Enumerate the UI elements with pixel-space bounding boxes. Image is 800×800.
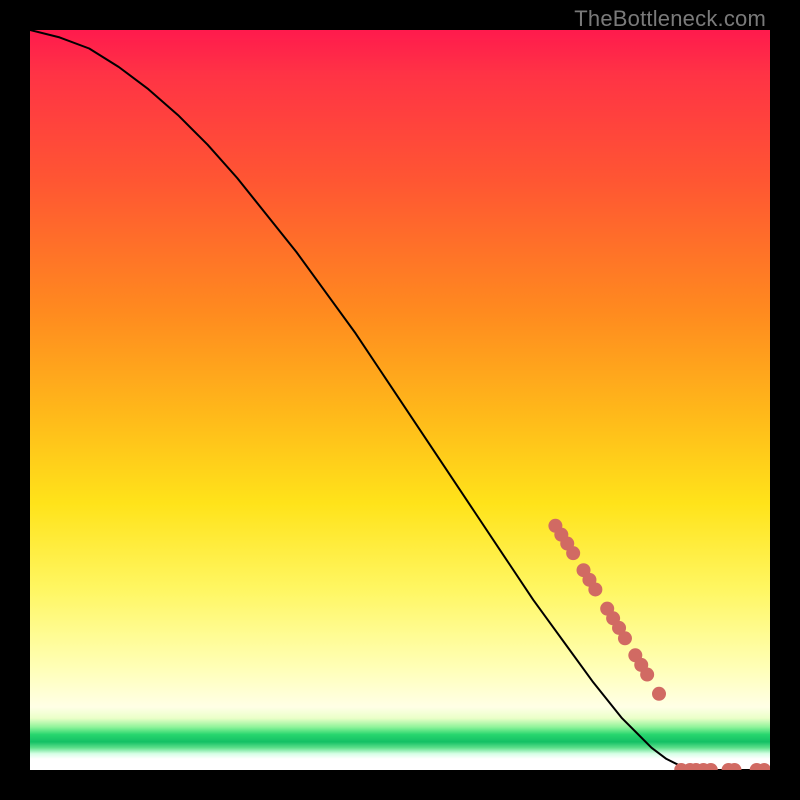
segment-dots [548, 519, 770, 770]
marker-dot [652, 687, 666, 701]
marker-dot [566, 546, 580, 560]
chart-svg [30, 30, 770, 770]
marker-dot [640, 668, 654, 682]
watermark-text: TheBottleneck.com [574, 6, 766, 32]
marker-dot [588, 582, 602, 596]
chart-stage: TheBottleneck.com [0, 0, 800, 800]
bottleneck-curve [30, 30, 770, 770]
plot-area [30, 30, 770, 770]
marker-dot [618, 631, 632, 645]
